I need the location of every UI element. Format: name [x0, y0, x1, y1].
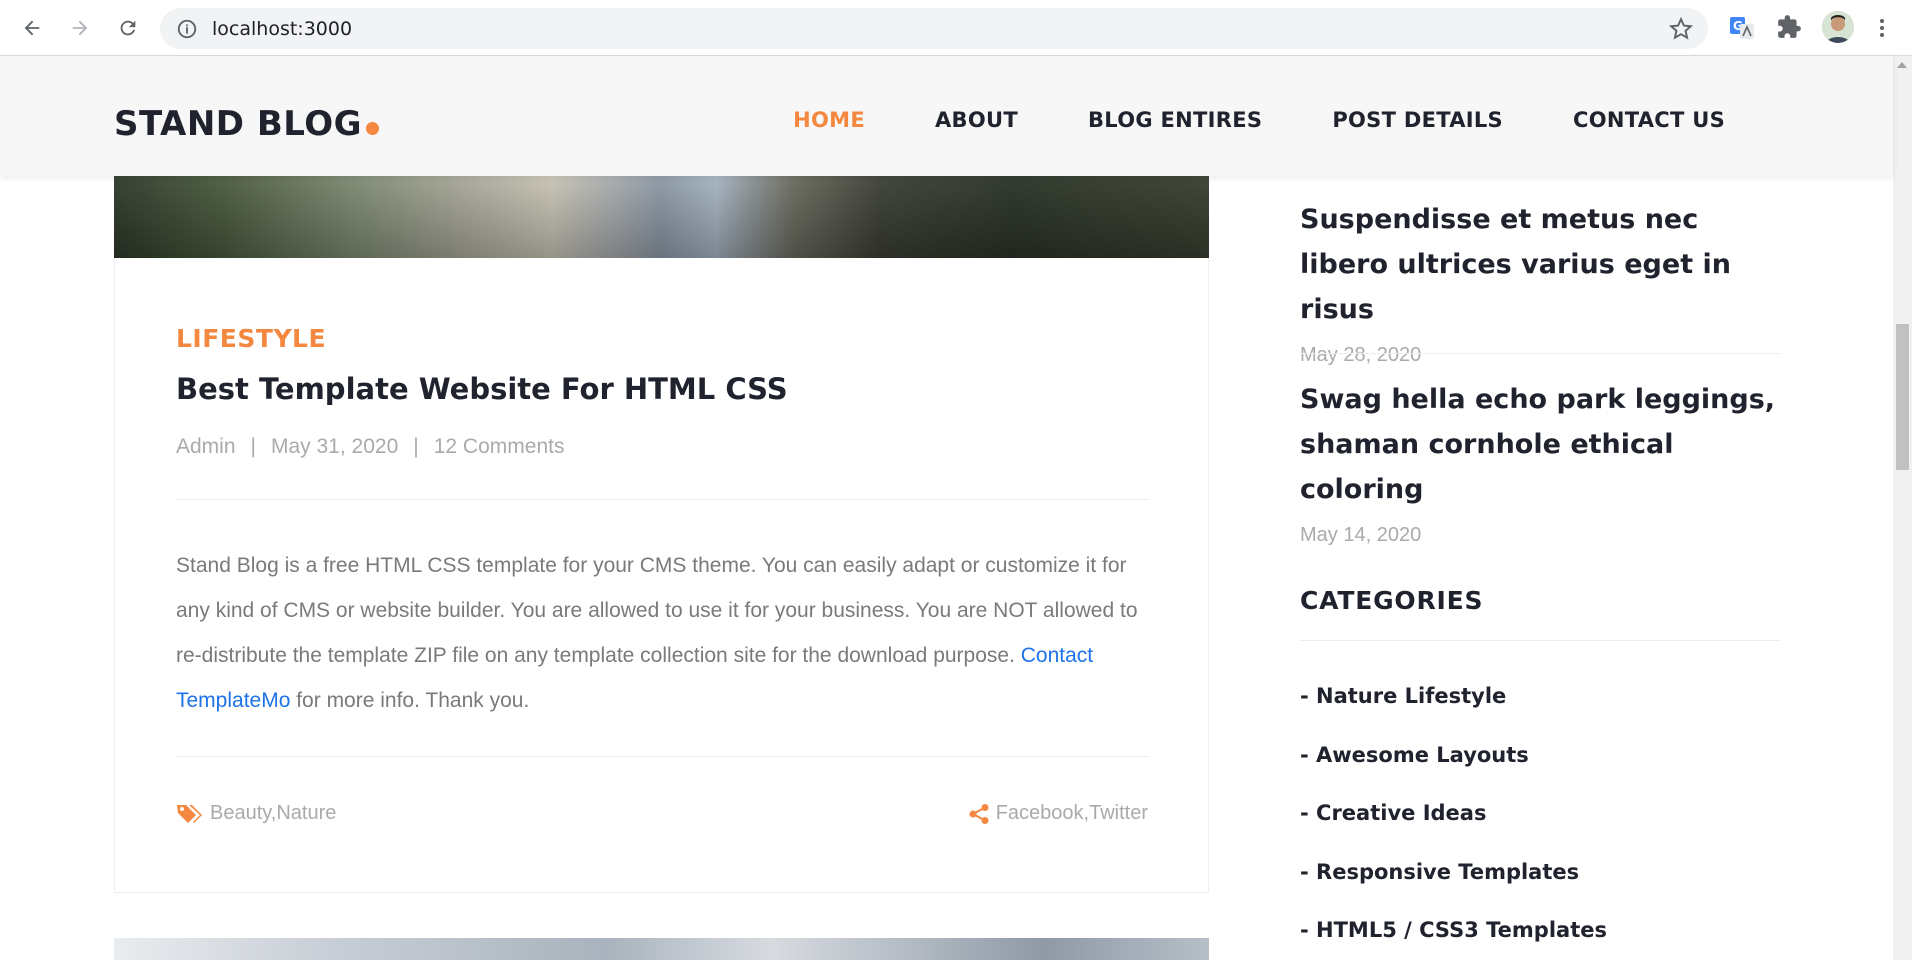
scrollbar-thumb[interactable] [1896, 324, 1909, 470]
back-arrow-icon[interactable] [16, 12, 48, 44]
divider [176, 756, 1149, 757]
address-bar[interactable]: localhost:3000 [160, 8, 1708, 49]
logo-text[interactable]: STAND BLOG [114, 104, 362, 144]
next-post-image [114, 938, 1209, 960]
divider [1300, 353, 1780, 354]
avatar[interactable] [1822, 11, 1854, 43]
share-icon [968, 803, 990, 825]
divider [176, 499, 1149, 500]
star-icon[interactable] [1668, 16, 1694, 42]
category-item[interactable]: - Responsive Templates [1300, 860, 1607, 919]
post-image [114, 176, 1209, 258]
logo-dot [366, 122, 380, 135]
recent-post-title[interactable]: Suspendisse et metus nec libero ultrices… [1300, 197, 1780, 332]
recent-post-date: May 28, 2020 [1300, 344, 1422, 366]
translate-icon[interactable]: G [1728, 14, 1756, 42]
categories-heading: CATEGORIES [1300, 586, 1484, 615]
recent-post-item: Suspendisse et metus nec libero ultrices… [1300, 197, 1780, 367]
post-title[interactable]: Best Template Website For HTML CSS [176, 372, 788, 406]
scroll-up-arrow-icon[interactable] [1897, 62, 1907, 68]
post-date[interactable]: May 31, 2020 [271, 435, 398, 459]
nav-home[interactable]: HOME [793, 108, 865, 132]
post-meta: Admin | May 31, 2020 | 12 Comments [176, 435, 564, 459]
recent-post-date: May 14, 2020 [1300, 524, 1422, 546]
browser-toolbar: localhost:3000 G [0, 0, 1912, 56]
post-tags: Beauty,Nature [176, 802, 336, 825]
post-body: Stand Blog is a free HTML CSS template f… [176, 543, 1166, 723]
category-item[interactable]: - Creative Ideas [1300, 801, 1607, 860]
nav-post-details[interactable]: POST DETAILS [1332, 108, 1503, 132]
post-author[interactable]: Admin [176, 435, 236, 459]
nav-blog-entries[interactable]: BLOG ENTIRES [1088, 108, 1262, 132]
post-category[interactable]: LIFESTYLE [176, 324, 326, 353]
tags-icon [176, 803, 202, 825]
url-text[interactable]: localhost:3000 [212, 18, 352, 40]
site-header: STAND BLOG HOME ABOUT BLOG ENTIRES POST … [0, 56, 1893, 176]
meta-separator: | [250, 435, 256, 458]
recent-post-title[interactable]: Swag hella echo park leggings, shaman co… [1300, 377, 1780, 512]
post-card: LIFESTYLE Best Template Website For HTML… [114, 258, 1209, 893]
post-body-text-end: for more info. Thank you. [290, 689, 530, 712]
divider [1300, 640, 1780, 641]
post-body-text: Stand Blog is a free HTML CSS template f… [176, 554, 1138, 667]
category-item[interactable]: - HTML5 / CSS3 Templates [1300, 918, 1607, 977]
main-nav: HOME ABOUT BLOG ENTIRES POST DETAILS CON… [723, 108, 1725, 132]
puzzle-icon[interactable] [1776, 14, 1804, 42]
page-scrollbar[interactable] [1893, 56, 1912, 960]
meta-separator: | [413, 435, 419, 458]
nav-contact-us[interactable]: CONTACT US [1573, 108, 1725, 132]
nav-about[interactable]: ABOUT [935, 108, 1018, 132]
category-item[interactable]: - Nature Lifestyle [1300, 684, 1607, 743]
tags-list[interactable]: Beauty,Nature [210, 802, 336, 825]
site-logo[interactable]: STAND BLOG [114, 104, 380, 144]
forward-arrow-icon[interactable] [64, 12, 96, 44]
recent-post-item: Swag hella echo park leggings, shaman co… [1300, 377, 1780, 547]
category-item[interactable]: - Awesome Layouts [1300, 743, 1607, 802]
post-comments[interactable]: 12 Comments [434, 435, 565, 459]
categories-list: - Nature Lifestyle - Awesome Layouts - C… [1300, 684, 1607, 977]
post-shares: Facebook,Twitter [968, 802, 1148, 825]
reload-icon[interactable] [112, 12, 144, 44]
share-links[interactable]: Facebook,Twitter [996, 802, 1148, 825]
kebab-menu-icon[interactable] [1874, 14, 1890, 42]
info-icon[interactable] [176, 18, 198, 40]
